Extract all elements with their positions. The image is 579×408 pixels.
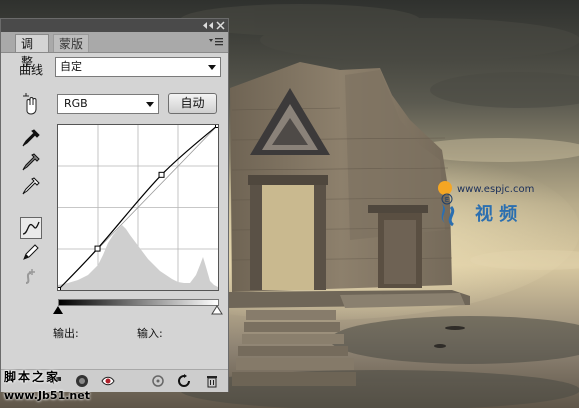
gray-point-eyedropper-icon[interactable] [20, 151, 42, 173]
sun-icon [438, 181, 452, 195]
curve-control-point[interactable] [158, 171, 165, 178]
panel-tabs: 调整 蒙版 [1, 32, 228, 69]
panel-menu-icon[interactable] [209, 37, 223, 47]
chevron-down-icon [208, 65, 216, 70]
pencil-draw-icon[interactable] [20, 241, 42, 263]
curves-graph[interactable] [57, 124, 219, 291]
view-previous-state-icon[interactable] [151, 374, 165, 388]
panel-title-bar[interactable] [1, 19, 228, 32]
clip-to-layer-icon[interactable] [75, 374, 89, 388]
input-label: 输入: [137, 327, 163, 340]
reset-icon[interactable] [177, 374, 191, 388]
trash-icon[interactable] [205, 374, 219, 388]
curve-edit-points-icon[interactable] [20, 217, 42, 239]
adjustments-panel: 调整 蒙版 曲线 自定 RGB 自动 输出: 输入: [0, 18, 229, 392]
preset-label: 曲线 [19, 63, 44, 77]
curve-control-point[interactable] [57, 287, 61, 292]
white-point-slider[interactable] [211, 305, 223, 315]
chevron-down-icon [146, 102, 154, 107]
output-label: 输出: [53, 327, 79, 340]
tab-adjustments[interactable]: 调整 [15, 34, 49, 69]
preset-dropdown[interactable]: 自定 [55, 57, 221, 77]
watermark-chinese-text: 视 频 [475, 203, 517, 225]
visibility-eye-icon[interactable] [101, 374, 115, 388]
tab-masks[interactable]: 蒙版 [53, 34, 89, 52]
on-image-adjust-hand-icon[interactable] [20, 93, 42, 115]
channel-value: RGB [64, 97, 88, 110]
espjc-logo-watermark: E www.espjc.com 视 频 [438, 181, 534, 227]
curve-control-point[interactable] [215, 124, 220, 128]
close-icon[interactable] [216, 21, 225, 30]
white-point-eyedropper-icon[interactable] [20, 175, 42, 197]
black-point-slider[interactable] [52, 305, 64, 315]
site-watermark-url: www.Jb51.net [4, 389, 90, 402]
preset-value: 自定 [60, 60, 82, 73]
photo-canvas: E www.espjc.com 视 频 调整 蒙版 曲线 自定 RGB 自动 输… [0, 0, 579, 408]
watermark-url: www.espjc.com [457, 184, 534, 195]
black-point-eyedropper-icon[interactable] [20, 127, 42, 149]
input-gradient-bar [58, 299, 219, 306]
site-watermark-text: 脚本之家 [4, 370, 61, 384]
curve-control-point[interactable] [94, 245, 101, 252]
collapse-panel-icon[interactable] [202, 21, 214, 30]
channel-dropdown[interactable]: RGB [57, 94, 159, 114]
smooth-curve-icon[interactable] [20, 265, 42, 287]
auto-button[interactable]: 自动 [168, 93, 217, 114]
logo-letter: E [445, 196, 449, 204]
